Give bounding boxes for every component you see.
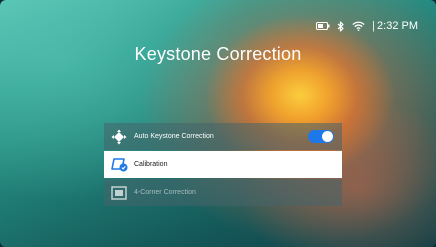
- menu-item-auto-keystone[interactable]: Auto Keystone Correction: [104, 123, 342, 150]
- four-corner-icon: [110, 184, 128, 202]
- wifi-icon: [352, 21, 365, 31]
- calibration-icon: [110, 156, 128, 174]
- battery-icon: [316, 22, 330, 30]
- auto-keystone-icon: [110, 128, 128, 146]
- menu-item-4-corner[interactable]: 4-Corner Correction: [104, 179, 342, 206]
- keystone-menu: Auto Keystone Correction Calibration 4-C…: [104, 123, 342, 206]
- bluetooth-icon: [337, 20, 345, 32]
- menu-item-calibration[interactable]: Calibration: [104, 151, 342, 178]
- page-title: Keystone Correction: [134, 44, 302, 64]
- calibration-label: Calibration: [134, 161, 168, 168]
- projector-screen: | 2:32 PM Keystone Correction Auto Keyst…: [0, 0, 436, 247]
- four-corner-label: 4-Corner Correction: [134, 189, 196, 196]
- status-separator: |: [372, 20, 376, 32]
- status-bar: | 2:32 PM: [316, 20, 418, 32]
- auto-keystone-toggle[interactable]: [308, 130, 334, 143]
- toggle-knob: [322, 131, 333, 142]
- clock-time: 2:32 PM: [377, 20, 418, 32]
- auto-keystone-label: Auto Keystone Correction: [134, 133, 214, 140]
